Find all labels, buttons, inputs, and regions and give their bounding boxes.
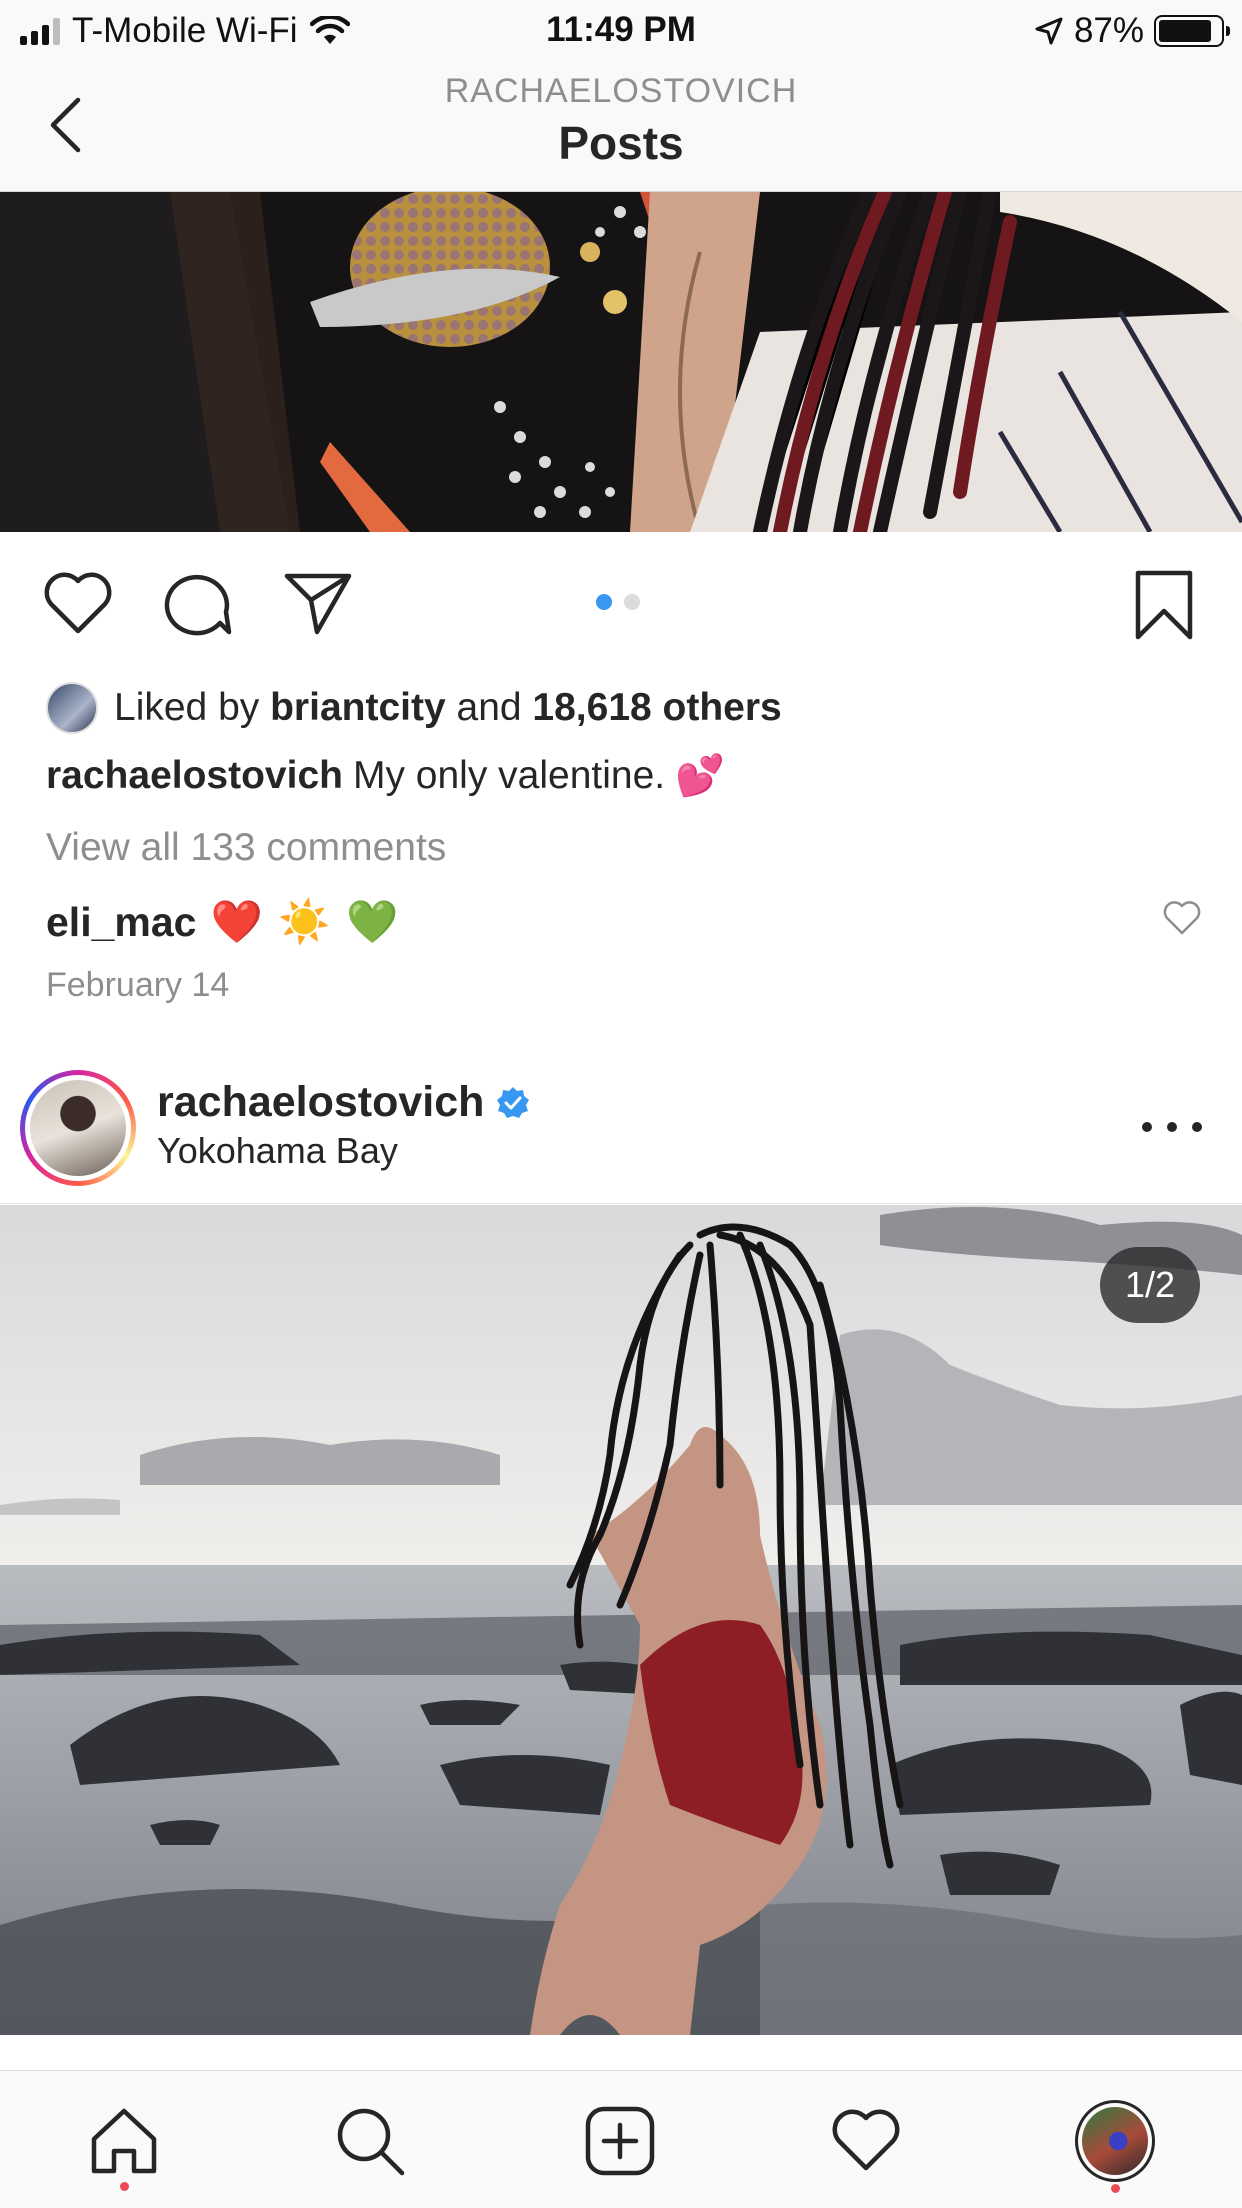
heart-outline-small-icon	[1163, 901, 1201, 935]
header-username: RACHAELOSTOVICH	[444, 72, 798, 110]
post-caption: rachaelostovich My only valentine. 💕	[46, 752, 725, 799]
likes-prefix: Liked by	[114, 686, 260, 729]
location-arrow-icon	[1035, 17, 1063, 45]
two-hearts-emoji: 💕	[675, 754, 725, 798]
comment-emojis: ❤️ ☀️ 💚	[210, 897, 401, 945]
page-title: Posts	[558, 117, 684, 169]
status-bar: T-Mobile Wi-Fi 11:49 PM 87%	[0, 0, 1242, 62]
profile-avatar-icon	[1075, 2100, 1155, 2182]
post-author-username[interactable]: rachaelostovich	[157, 1078, 484, 1127]
post-author[interactable]: rachaelostovich	[157, 1078, 530, 1127]
app-screen: T-Mobile Wi-Fi 11:49 PM 87% RACHAELOSTOV…	[0, 0, 1242, 2208]
home-icon	[91, 2108, 157, 2174]
carousel-dot	[624, 594, 640, 610]
view-all-comments-link[interactable]: View all 133 comments	[46, 826, 446, 870]
carousel-indicator	[596, 594, 640, 610]
heart-icon	[44, 572, 112, 634]
verified-badge-icon	[497, 1086, 530, 1118]
notification-dot	[120, 2182, 129, 2191]
carousel-counter: 1/2	[1100, 1247, 1200, 1323]
search-icon	[337, 2108, 405, 2176]
carousel-dot-active	[596, 594, 612, 610]
status-right: 87%	[1034, 10, 1230, 52]
nav-header: RACHAELOSTOVICH Posts	[0, 62, 1242, 192]
post-action-bar	[0, 532, 1242, 672]
tab-search[interactable]	[330, 2101, 410, 2181]
save-button[interactable]	[1126, 568, 1202, 642]
profile-avatar	[30, 1080, 126, 1176]
post-photo-1[interactable]	[0, 192, 1242, 532]
post-photo-1-illustration	[0, 192, 1242, 532]
post-photo-2[interactable]: 1/2	[0, 1205, 1242, 2035]
comment-bubble-icon	[164, 574, 232, 636]
paper-plane-icon	[284, 573, 352, 635]
caption-text: My only valentine.	[352, 753, 666, 797]
likes-summary[interactable]: Liked by briantcity and 18,618 others	[46, 680, 782, 736]
more-options-button[interactable]	[1142, 1112, 1202, 1142]
liker-username[interactable]: briantcity	[270, 686, 446, 729]
battery-percentage: 87%	[1073, 11, 1144, 50]
comment-item: eli_mac ❤️ ☀️ 💚	[46, 892, 401, 952]
likes-joiner: and	[456, 686, 522, 729]
post-date: February 14	[46, 966, 230, 1004]
tab-profile[interactable]	[1075, 2100, 1155, 2193]
likes-others-count[interactable]: 18,618 others	[532, 686, 781, 729]
new-post-icon	[585, 2106, 655, 2176]
caption-username[interactable]: rachaelostovich	[46, 754, 343, 798]
tab-home[interactable]	[84, 2101, 164, 2191]
story-ring[interactable]	[20, 1070, 136, 1186]
like-button[interactable]	[38, 568, 118, 638]
comment-username[interactable]: eli_mac	[46, 899, 196, 946]
battery-icon	[1154, 15, 1230, 47]
post-header: rachaelostovich Yokohama Bay	[0, 1060, 1242, 1204]
notification-dot	[1111, 2184, 1120, 2193]
tab-activity[interactable]	[826, 2101, 906, 2181]
share-button[interactable]	[278, 568, 358, 638]
activity-heart-icon	[832, 2109, 900, 2171]
comment-like-button[interactable]	[1162, 900, 1202, 940]
liker-avatar	[46, 682, 98, 734]
post-location[interactable]: Yokohama Bay	[157, 1130, 398, 1172]
bottom-tab-bar	[0, 2070, 1242, 2208]
post-photo-2-illustration	[0, 1205, 1242, 2035]
bookmark-icon	[1135, 570, 1193, 640]
tab-new-post[interactable]	[580, 2101, 660, 2181]
comment-button[interactable]	[158, 568, 238, 638]
